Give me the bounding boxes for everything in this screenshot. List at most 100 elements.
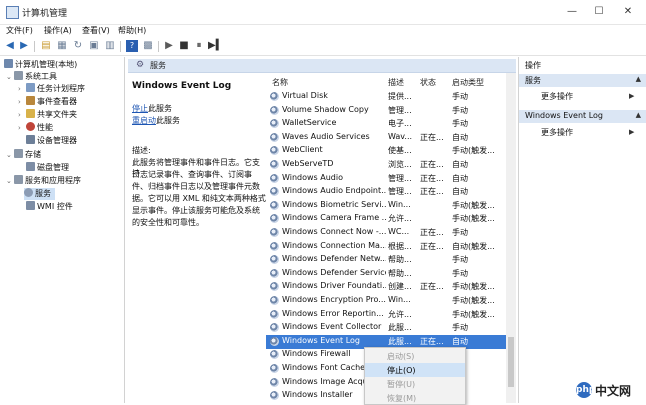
service-gear-icon	[270, 105, 279, 115]
table-row[interactable]: Windows Defender Netw... 帮助... 手动	[266, 253, 516, 267]
scrollbar-thumb[interactable]	[508, 337, 514, 387]
refresh-icon[interactable]: ↻	[72, 40, 84, 52]
table-row[interactable]: Virtual Disk 提供... 手动	[266, 90, 516, 104]
expand-arrow-icon[interactable]: ›	[18, 83, 26, 95]
menu-file[interactable]: 文件(F)	[6, 25, 33, 36]
cell-name: Windows Camera Frame ...	[282, 213, 386, 223]
cell-description: 电子...	[388, 119, 412, 129]
table-row[interactable]: Windows Driver Foundati... 创建... 正在... 手动(触…	[266, 280, 516, 294]
table-row[interactable]: Waves Audio Services Wav... 正在... 自动	[266, 131, 516, 145]
tree-item-task-scheduler[interactable]: › 任务计划程序	[18, 83, 85, 95]
pause-service-icon[interactable]: ⏸	[193, 40, 205, 52]
tree-item-system-tools[interactable]: ⌄ 系统工具	[6, 71, 57, 83]
folder-up-icon[interactable]: ▤	[40, 40, 52, 52]
service-gear-icon	[270, 241, 279, 251]
tree-item-device-manager[interactable]: 设备管理器	[26, 135, 77, 147]
cell-description: 管理...	[388, 187, 412, 197]
back-arrow-icon[interactable]: ◀	[4, 40, 16, 52]
collapse-arrow-icon[interactable]: ⌄	[6, 149, 14, 161]
more-actions-services[interactable]: 更多操作	[541, 91, 573, 102]
table-row[interactable]: Windows Biometric Servi... Win... 手动(触发...	[266, 199, 516, 213]
table-row[interactable]: Windows Camera Frame ... 允许... 手动(触发...	[266, 212, 516, 226]
service-gear-icon	[270, 350, 279, 360]
vertical-scrollbar[interactable]	[506, 73, 516, 403]
export-list-icon[interactable]: ▣	[88, 40, 100, 52]
service-gear-icon	[270, 200, 279, 210]
menu-view[interactable]: 查看(V)	[82, 25, 110, 36]
maximize-button[interactable]: ☐	[590, 4, 608, 20]
cell-description: 管理...	[388, 173, 412, 183]
cell-description: 根据...	[388, 241, 412, 251]
context-menu-start[interactable]: 启动(S)	[365, 349, 465, 363]
tree-item-label: 存储	[25, 150, 41, 159]
actions-group-event-log[interactable]: Windows Event Log ▲	[519, 110, 646, 123]
expand-arrow-icon[interactable]: ›	[18, 96, 26, 108]
service-gear-icon	[270, 296, 279, 305]
properties-icon[interactable]: ▥	[104, 40, 116, 52]
forward-arrow-icon[interactable]: ▶	[18, 40, 30, 52]
column-header-description[interactable]: 描述	[388, 77, 404, 88]
tree-item-shared-folders[interactable]: › 共享文件夹	[18, 109, 77, 121]
stop-service-link[interactable]: 停止	[132, 104, 148, 113]
table-row[interactable]: Volume Shadow Copy 管理... 手动	[266, 104, 516, 118]
show-tree-icon[interactable]: ▦	[56, 40, 68, 52]
column-header-status[interactable]: 状态	[420, 77, 436, 88]
actions-group-services[interactable]: 服务 ▲	[519, 74, 646, 87]
table-row[interactable]: WebServeTD 浏览... 正在... 自动	[266, 158, 516, 172]
table-row[interactable]: Windows Audio Endpoint... 管理... 正在... 自动	[266, 185, 516, 199]
table-row[interactable]: WalletService 电子... 手动	[266, 117, 516, 131]
actions-group-title: Windows Event Log	[525, 111, 604, 120]
cell-status: 正在...	[420, 282, 444, 292]
cell-name: Windows Connection Ma...	[282, 240, 386, 250]
tree-item-wmi[interactable]: WMI 控件	[26, 201, 73, 213]
table-row[interactable]: WebClient 使基... 手动(触发...	[266, 144, 516, 158]
actions-pane: 操作 服务 ▲ 更多操作 ▶ Windows Event Log ▲ 更多操作 …	[518, 57, 646, 403]
table-row[interactable]: Windows Event Collector 此服... 手动	[266, 321, 516, 335]
tree-item-label: 服务	[35, 189, 51, 198]
help-icon[interactable]: ?	[126, 40, 138, 52]
context-menu-pause[interactable]: 暂停(U)	[365, 377, 465, 391]
tree-item-storage[interactable]: ⌄ 存储	[6, 149, 41, 161]
description-line: 日志记录事件、查询事件、订阅事	[132, 170, 252, 179]
table-row[interactable]: Windows Encryption Pro... Win... 手动(触发...	[266, 294, 516, 308]
minimize-button[interactable]: —	[563, 4, 581, 20]
cell-name: Windows Event Log	[282, 335, 361, 345]
restart-service-link[interactable]: 重启动	[132, 116, 156, 125]
table-row[interactable]: Windows Error Reportin... 允许... 手动(触发...	[266, 308, 516, 322]
restart-service-icon[interactable]: ▶▍	[208, 40, 223, 52]
tree-item-performance[interactable]: › 性能	[18, 122, 53, 134]
tree-item-disk-management[interactable]: 磁盘管理	[26, 162, 69, 174]
collapse-arrow-icon[interactable]: ⌄	[6, 71, 14, 83]
table-row[interactable]: Windows Connection Ma... 根据... 正在... 自动(触发.…	[266, 240, 516, 254]
column-header-startup-type[interactable]: 启动类型	[452, 77, 484, 88]
close-button[interactable]: ✕	[619, 4, 637, 20]
cell-description: Wav...	[388, 131, 413, 141]
stop-service-icon[interactable]: ■	[178, 40, 190, 52]
menu-action[interactable]: 操作(A)	[44, 25, 72, 36]
table-row[interactable]: Windows Connect Now -... WC... 正在... 手动	[266, 226, 516, 240]
column-header-name[interactable]: 名称	[272, 77, 288, 88]
collapse-up-icon[interactable]: ▲	[636, 111, 641, 119]
tree-item-services[interactable]: 服务	[24, 188, 55, 200]
expand-arrow-icon[interactable]: ›	[18, 122, 26, 134]
collapse-arrow-icon[interactable]: ⌄	[6, 175, 14, 187]
window-title: 计算机管理	[22, 9, 68, 19]
cell-description: 管理...	[388, 105, 412, 115]
cell-name: Windows Audio	[282, 172, 343, 182]
start-service-icon[interactable]: ▶	[163, 40, 175, 52]
cell-status: 正在...	[420, 160, 444, 169]
collapse-up-icon[interactable]: ▲	[636, 75, 641, 83]
more-actions-event-log[interactable]: 更多操作	[541, 127, 573, 138]
table-row[interactable]: Windows Audio 管理... 正在... 自动	[266, 172, 516, 186]
context-menu-resume[interactable]: 恢复(M)	[365, 391, 465, 403]
tree-item-label: 任务计划程序	[37, 84, 85, 93]
service-gear-icon	[270, 187, 279, 197]
tree-item-root[interactable]: 计算机管理(本地)	[4, 59, 77, 71]
expand-arrow-icon[interactable]: ›	[18, 109, 26, 121]
context-menu-stop[interactable]: 停止(O)	[365, 363, 465, 377]
menu-help[interactable]: 帮助(H)	[118, 25, 146, 36]
table-row[interactable]: Windows Defender Service 帮助... 手动	[266, 267, 516, 281]
tree-item-services-apps[interactable]: ⌄ 服务和应用程序	[6, 175, 81, 187]
console-view-icon[interactable]: ▩	[142, 40, 154, 52]
tree-item-event-viewer[interactable]: › 事件查看器	[18, 96, 77, 108]
